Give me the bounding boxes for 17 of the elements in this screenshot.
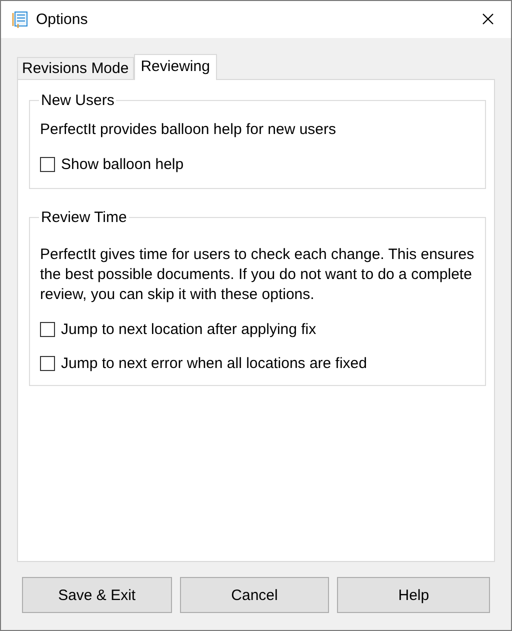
app-icon xyxy=(12,10,28,28)
group-description: PerfectIt provides balloon help for new users xyxy=(40,120,337,140)
checkbox[interactable] xyxy=(40,156,55,172)
checkbox[interactable] xyxy=(40,322,55,336)
group-title: New Users xyxy=(40,92,116,109)
window-title: Options xyxy=(36,11,89,28)
checkbox[interactable] xyxy=(40,356,55,370)
dialog-button[interactable]: Save & Exit xyxy=(22,577,172,613)
dialog-button[interactable]: Cancel xyxy=(180,577,330,613)
checkbox-label[interactable]: Show balloon help xyxy=(61,156,184,172)
group-title: Review Time xyxy=(40,209,128,226)
checkbox-label[interactable]: Jump to next error when all locations are fixed xyxy=(61,354,367,372)
tab[interactable]: Revisions Mode xyxy=(17,57,134,79)
tab[interactable]: Reviewing xyxy=(134,54,217,80)
checkbox-label[interactable]: Jump to next location after applying fix xyxy=(61,320,316,338)
group-description: PerfectIt gives time for users to check each change. This ensures the best possible documents. If you do not want to do a complete review, you can skip it with these options. xyxy=(40,245,475,305)
dialog-button[interactable]: Help xyxy=(337,577,490,613)
